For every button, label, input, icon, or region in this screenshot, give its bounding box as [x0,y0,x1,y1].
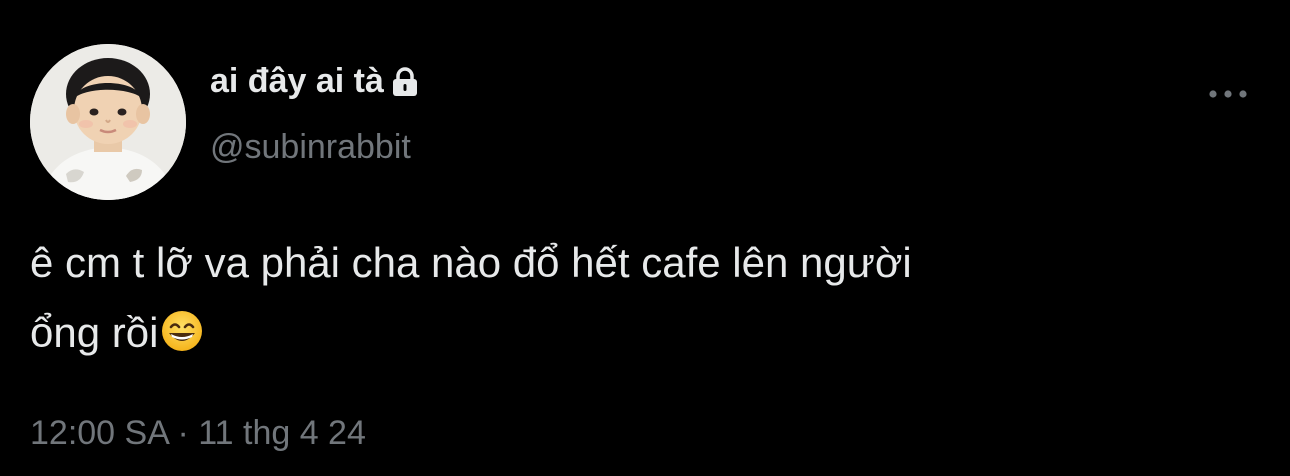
tweet-time[interactable]: 12:00 SA [30,414,168,452]
display-name-text: ai đây ai tà [210,62,384,100]
avatar[interactable] [30,44,186,200]
grinning-face-with-smiling-eyes-icon [160,304,204,351]
timestamp-row: 12:00 SA · 11 thg 4 24 [30,414,366,453]
tweet-text-line-2: ổng rồi [30,309,159,356]
display-name[interactable]: ai đây ai tà [210,62,422,101]
tweet-text: ê cm t lỡ va phải cha nào đổ hết cafe lê… [30,228,1230,368]
avatar-image [30,44,186,200]
more-options-button[interactable] [1204,80,1252,110]
tweet-text-line-1: ê cm t lỡ va phải cha nào đổ hết cafe lê… [30,239,912,286]
timestamp-separator: · [177,414,189,452]
user-handle[interactable]: @subinrabbit [210,128,411,167]
lock-icon [388,65,422,99]
ellipsis-icon [1208,86,1248,104]
tweet-date[interactable]: 11 thg 4 24 [198,414,366,452]
tweet: ai đây ai tà @subinrabbit ê cm t lỡ va p… [0,0,1290,476]
